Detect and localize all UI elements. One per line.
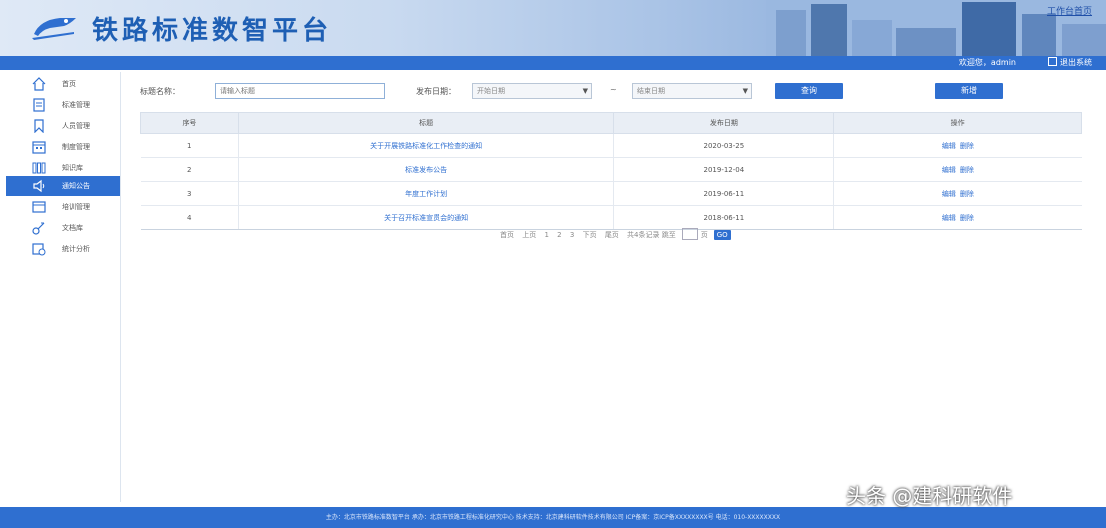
end-date-placeholder: 结束日期 <box>637 87 665 95</box>
chevron-down-icon: ▼ <box>742 87 748 95</box>
start-date-placeholder: 开始日期 <box>477 87 505 95</box>
column-header: 序号 <box>140 112 239 134</box>
chart-icon <box>32 243 46 256</box>
sidebar-item-label: 首页 <box>62 80 76 88</box>
watermark-text: 头条 @建科研软件 <box>846 484 1013 508</box>
title-filter-label: 标题名称： <box>140 87 180 96</box>
row-actions: 编辑 删除 <box>833 181 1082 206</box>
user-info: 欢迎您，admin <box>958 58 1016 67</box>
query-button[interactable]: 查询 <box>775 83 843 99</box>
document-icon <box>33 98 45 112</box>
sidebar-item-documents[interactable]: 文档库 <box>6 218 120 238</box>
page-suffix: 页 <box>700 231 708 239</box>
footer-text: 主办：北京市铁路标准数智平台 承办：北京市铁路工程标准化研究中心 技术支持：北京… <box>325 514 781 521</box>
sidebar-item-label: 制度管理 <box>62 143 90 151</box>
sidebar-item-label: 文档库 <box>62 224 83 232</box>
grid-icon <box>32 162 46 174</box>
add-button[interactable]: 新增 <box>935 83 1003 99</box>
title-search-input[interactable] <box>215 83 385 99</box>
row-actions: 编辑 删除 <box>833 205 1082 230</box>
record-summary: 共4条记录 跳至 <box>627 231 676 239</box>
sidebar-item-home[interactable]: 首页 <box>6 74 120 94</box>
table-row: 2 标准发布公告 2019-12-04 编辑 删除 <box>140 157 1082 182</box>
sidebar-item-knowledge[interactable]: 知识库 <box>6 158 120 178</box>
calendar-icon <box>32 141 46 154</box>
end-date-select[interactable]: 结束日期 ▼ <box>632 83 752 99</box>
prev-page-button[interactable]: 上页 <box>522 231 536 239</box>
delete-button[interactable]: 删除 <box>960 214 974 222</box>
row-title-link[interactable]: 年度工作计划 <box>237 181 614 206</box>
start-date-select[interactable]: 开始日期 ▼ <box>472 83 592 99</box>
sidebar-item-personnel[interactable]: 人员管理 <box>6 116 120 136</box>
sidebar-item-standards[interactable]: 标准管理 <box>6 95 120 115</box>
logout-label: 退出系统 <box>1060 58 1092 67</box>
sidebar-item-label: 知识库 <box>62 164 83 172</box>
row-number: 2 <box>140 157 239 182</box>
row-date: 2020-03-25 <box>613 133 834 158</box>
page-1-button[interactable]: 1 <box>544 231 548 239</box>
table-row: 3 年度工作计划 2019-06-11 编辑 删除 <box>140 181 1082 206</box>
row-title-link[interactable]: 标准发布公告 <box>237 157 614 182</box>
speaker-icon <box>33 179 45 193</box>
row-title-link[interactable]: 关于开展铁路标准化工作检查的通知 <box>237 133 614 158</box>
sidebar-item-statistics[interactable]: 统计分析 <box>6 239 120 259</box>
sidebar-item-label: 人员管理 <box>62 122 90 130</box>
notice-table: 序号 标题 发布日期 操作 1 关于开展铁路标准化工作检查的通知 2020-03… <box>140 112 1082 230</box>
delete-button[interactable]: 删除 <box>960 166 974 174</box>
column-header: 发布日期 <box>613 112 835 134</box>
sidebar-item-notice[interactable]: 通知公告 <box>6 176 120 196</box>
logout-button[interactable]: 退出系统 <box>1048 57 1092 68</box>
next-page-button[interactable]: 下页 <box>583 231 597 239</box>
delete-button[interactable]: 删除 <box>960 142 974 150</box>
column-header: 标题 <box>237 112 615 134</box>
row-date: 2019-06-11 <box>613 181 834 206</box>
header-banner: 铁路标准数智平台 工作台首页 <box>0 0 1106 56</box>
table-row: 4 关于召开标准宣贯会的通知 2018-06-11 编辑 删除 <box>140 205 1082 230</box>
train-logo-icon <box>32 18 76 40</box>
go-button[interactable]: GO <box>713 230 731 240</box>
first-page-button[interactable]: 首页 <box>500 231 514 239</box>
sidebar-item-training[interactable]: 培训管理 <box>6 197 120 217</box>
row-actions: 编辑 删除 <box>833 157 1082 182</box>
edit-button[interactable]: 编辑 <box>942 190 956 198</box>
link-icon <box>32 222 45 235</box>
user-bar: 欢迎您，admin 退出系统 <box>0 56 1106 70</box>
row-actions: 编辑 删除 <box>833 133 1082 158</box>
page-3-button[interactable]: 3 <box>570 231 574 239</box>
sidebar-item-label: 统计分析 <box>62 245 90 253</box>
footer: 主办：北京市铁路标准数智平台 承办：北京市铁路工程标准化研究中心 技术支持：北京… <box>0 507 1106 528</box>
column-header: 操作 <box>833 112 1082 134</box>
sidebar-item-label: 通知公告 <box>62 182 90 190</box>
window-icon <box>32 201 46 213</box>
sidebar-item-system[interactable]: 制度管理 <box>6 137 120 157</box>
site-title: 铁路标准数智平台 <box>92 16 333 46</box>
chevron-down-icon: ▼ <box>582 87 588 95</box>
delete-button[interactable]: 删除 <box>960 190 974 198</box>
sidebar-item-label: 标准管理 <box>62 101 90 109</box>
bookmark-icon <box>34 119 44 133</box>
row-number: 4 <box>140 205 239 230</box>
edit-button[interactable]: 编辑 <box>942 142 956 150</box>
row-number: 3 <box>140 181 239 206</box>
table-header-row: 序号 标题 发布日期 操作 <box>140 112 1082 134</box>
home-link[interactable]: 工作台首页 <box>1047 4 1092 17</box>
pagination: 首页 上页 1 2 3 下页 尾页 共4条记录 跳至 页 GO <box>500 228 737 240</box>
sidebar-item-label: 培训管理 <box>62 203 90 211</box>
page-2-button[interactable]: 2 <box>557 231 561 239</box>
sidebar: 首页 标准管理 人员管理 制度管理 知识库 通知公告 培训管理 文档库 统计分析 <box>6 72 121 502</box>
date-range-separator: ~ <box>610 85 617 94</box>
logout-icon <box>1048 57 1057 66</box>
edit-button[interactable]: 编辑 <box>942 214 956 222</box>
last-page-button[interactable]: 尾页 <box>605 231 619 239</box>
date-filter-label: 发布日期： <box>416 87 456 96</box>
row-date: 2018-06-11 <box>613 205 834 230</box>
edit-button[interactable]: 编辑 <box>942 166 956 174</box>
row-title-link[interactable]: 关于召开标准宣贯会的通知 <box>237 205 614 230</box>
home-icon <box>32 77 46 91</box>
row-number: 1 <box>140 133 239 158</box>
page-jump-input[interactable] <box>681 228 698 240</box>
table-row: 1 关于开展铁路标准化工作检查的通知 2020-03-25 编辑 删除 <box>140 133 1082 158</box>
row-date: 2019-12-04 <box>613 157 834 182</box>
